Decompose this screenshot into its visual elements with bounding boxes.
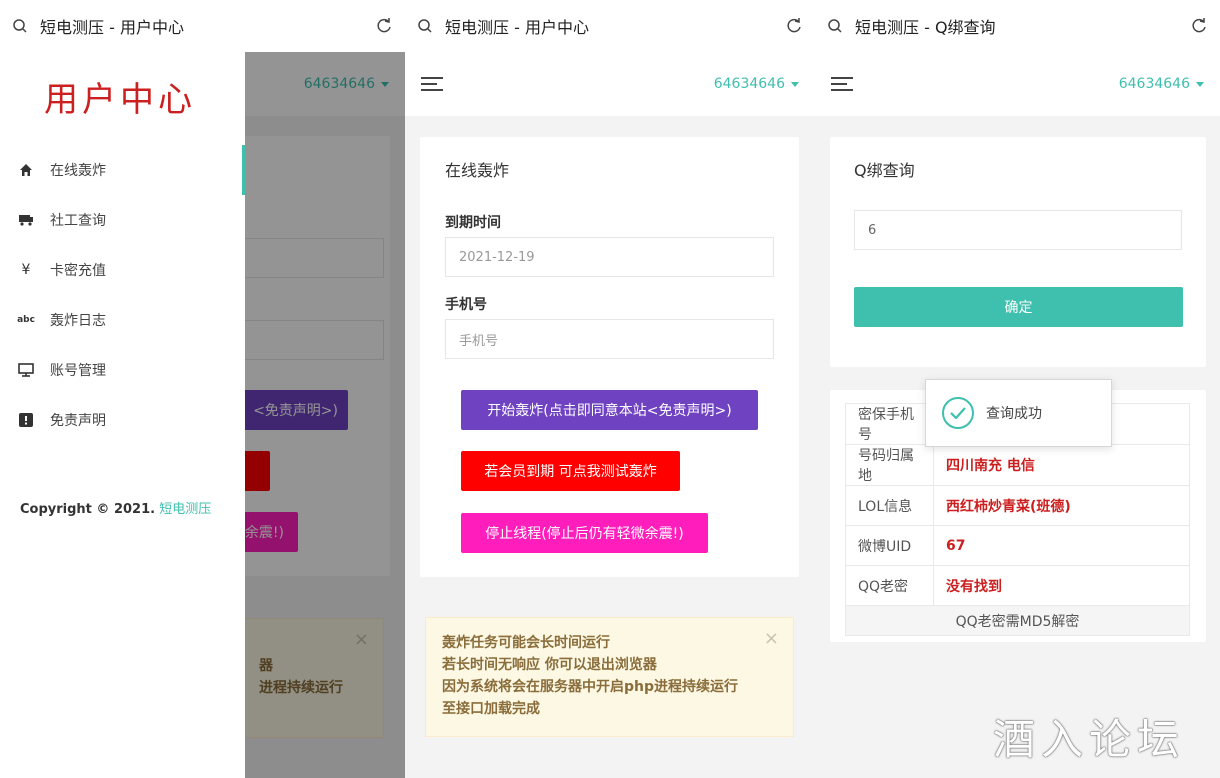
- close-icon[interactable]: ×: [764, 628, 779, 650]
- sidebar-item-label: 社工查询: [50, 213, 106, 229]
- card-title: 在线轰炸: [445, 161, 510, 180]
- alert-line: 因为系统将会在服务器中开启php进程持续运行: [442, 679, 739, 695]
- row-key: 密保手机号: [845, 403, 934, 445]
- browser-title: 短电测压 - 用户中心: [445, 18, 589, 37]
- sidebar-item-bomb-log[interactable]: abc 轰炸日志: [0, 295, 245, 345]
- user-dropdown[interactable]: 64634646: [714, 76, 799, 92]
- monitor-icon: [18, 362, 34, 378]
- check-circle-icon: [942, 397, 974, 429]
- start-bomb-button[interactable]: 开始轰炸(点击即同意本站<免责声明>): [461, 390, 758, 430]
- refresh-icon[interactable]: [785, 17, 803, 35]
- search-icon[interactable]: [12, 18, 28, 34]
- phone-input[interactable]: 手机号: [445, 319, 774, 359]
- refresh-icon[interactable]: [375, 17, 393, 35]
- table-row: QQ老密 没有找到: [845, 565, 1190, 606]
- phone-label: 手机号: [445, 297, 487, 313]
- copyright-link[interactable]: 短电测压: [159, 502, 211, 517]
- md5-note: QQ老密需MD5解密: [845, 605, 1190, 636]
- sidebar-item-account[interactable]: 账号管理: [0, 345, 245, 395]
- copyright: Copyright © 2021. 短电测压: [20, 498, 211, 517]
- row-value: 67: [933, 525, 1190, 566]
- forum-watermark: 酒入论坛: [993, 715, 1186, 764]
- success-toast: 查询成功: [925, 379, 1112, 447]
- row-key: 微博UID: [845, 525, 934, 566]
- qq-input[interactable]: 6: [854, 210, 1182, 250]
- alert-line: 至接口加载完成: [442, 701, 540, 717]
- sidebar-item-social-query[interactable]: 社工查询: [0, 195, 245, 245]
- abc-icon: abc: [17, 315, 35, 325]
- row-key: 号码归属地: [845, 444, 934, 486]
- browser-bar: 短电测压 - 用户中心: [405, 0, 815, 52]
- row-value: 西红柿炒青菜(班德): [933, 485, 1190, 526]
- sidebar-item-card-recharge[interactable]: ¥ 卡密充值: [0, 245, 245, 295]
- sidebar-item-label: 轰炸日志: [50, 313, 106, 329]
- hamburger-menu-icon[interactable]: [421, 76, 443, 92]
- browser-title: 短电测压 - Q绑查询: [855, 18, 996, 37]
- alert-line: 轰炸任务可能会长时间运行: [442, 635, 610, 651]
- copyright-text: Copyright © 2021.: [20, 502, 156, 517]
- car-icon: [18, 212, 34, 228]
- confirm-button[interactable]: 确定: [854, 287, 1183, 327]
- row-key: LOL信息: [845, 485, 934, 526]
- row-key: QQ老密: [845, 565, 934, 606]
- caret-down-icon: [1196, 81, 1204, 87]
- stop-thread-button[interactable]: 停止线程(停止后仍有轻微余震!): [461, 513, 708, 553]
- sidebar: 用户中心 在线轰炸 社工查询 ¥ 卡密充值 abc 轰炸日志 账号管理 免责声明…: [0, 52, 245, 778]
- brand-title: 用户中心: [44, 80, 196, 120]
- hamburger-menu-icon[interactable]: [831, 76, 853, 92]
- expire-field: 2021-12-19: [445, 237, 774, 277]
- panel-user-center-menu: 短电测压 - 用户中心 64634646 <免责声明>) 炸 余震!) × 器 …: [0, 0, 405, 778]
- sidebar-item-label: 卡密充值: [50, 263, 106, 279]
- row-value: 没有找到: [933, 565, 1190, 606]
- sidebar-item-disclaimer[interactable]: 免责声明: [0, 395, 245, 445]
- yen-icon: ¥: [21, 262, 31, 278]
- table-footer-row: QQ老密需MD5解密: [845, 605, 1190, 636]
- search-icon[interactable]: [827, 18, 843, 34]
- refresh-icon[interactable]: [1190, 17, 1208, 35]
- user-dropdown[interactable]: 64634646: [1119, 76, 1204, 92]
- panel-online-bomb: 短电测压 - 用户中心 64634646 在线轰炸 到期时间 2021-12-1…: [405, 0, 815, 778]
- test-bomb-button[interactable]: 若会员到期 可点我测试轰炸: [461, 451, 680, 491]
- table-row: 微博UID 67: [845, 525, 1190, 566]
- sidebar-item-label: 账号管理: [50, 363, 106, 379]
- warning-alert: × 轰炸任务可能会长时间运行 若长时间无响应 你可以退出浏览器 因为系统将会在服…: [425, 617, 794, 737]
- table-row: LOL信息 西红柿炒青菜(班德): [845, 485, 1190, 526]
- sidebar-item-label: 在线轰炸: [50, 163, 106, 179]
- browser-bar: 短电测压 - Q绑查询: [815, 0, 1220, 52]
- home-icon: [18, 162, 34, 178]
- expire-label: 到期时间: [445, 215, 501, 231]
- panel-q-bind-query: 短电测压 - Q绑查询 64634646 Q绑查询 6 确定 密保手机号 号码归…: [815, 0, 1220, 778]
- top-nav: 64634646: [405, 52, 815, 116]
- query-card: Q绑查询 6 确定: [830, 137, 1206, 367]
- top-nav: 64634646: [815, 52, 1220, 116]
- browser-title: 短电测压 - 用户中心: [40, 18, 184, 37]
- search-icon[interactable]: [417, 18, 433, 34]
- sidebar-item-online-bomb[interactable]: 在线轰炸: [0, 145, 245, 195]
- bomb-card: 在线轰炸 到期时间 2021-12-19 手机号 手机号 开始轰炸(点击即同意本…: [420, 137, 799, 577]
- toast-text: 查询成功: [986, 406, 1042, 422]
- sidebar-item-label: 免责声明: [50, 413, 106, 429]
- browser-bar: 短电测压 - 用户中心: [0, 0, 405, 52]
- alert-line: 若长时间无响应 你可以退出浏览器: [442, 657, 657, 673]
- row-value: 四川南充 电信: [933, 444, 1190, 486]
- exclamation-icon: [18, 412, 34, 428]
- card-title: Q绑查询: [854, 161, 915, 180]
- table-row: 号码归属地 四川南充 电信: [845, 444, 1190, 486]
- caret-down-icon: [791, 81, 799, 87]
